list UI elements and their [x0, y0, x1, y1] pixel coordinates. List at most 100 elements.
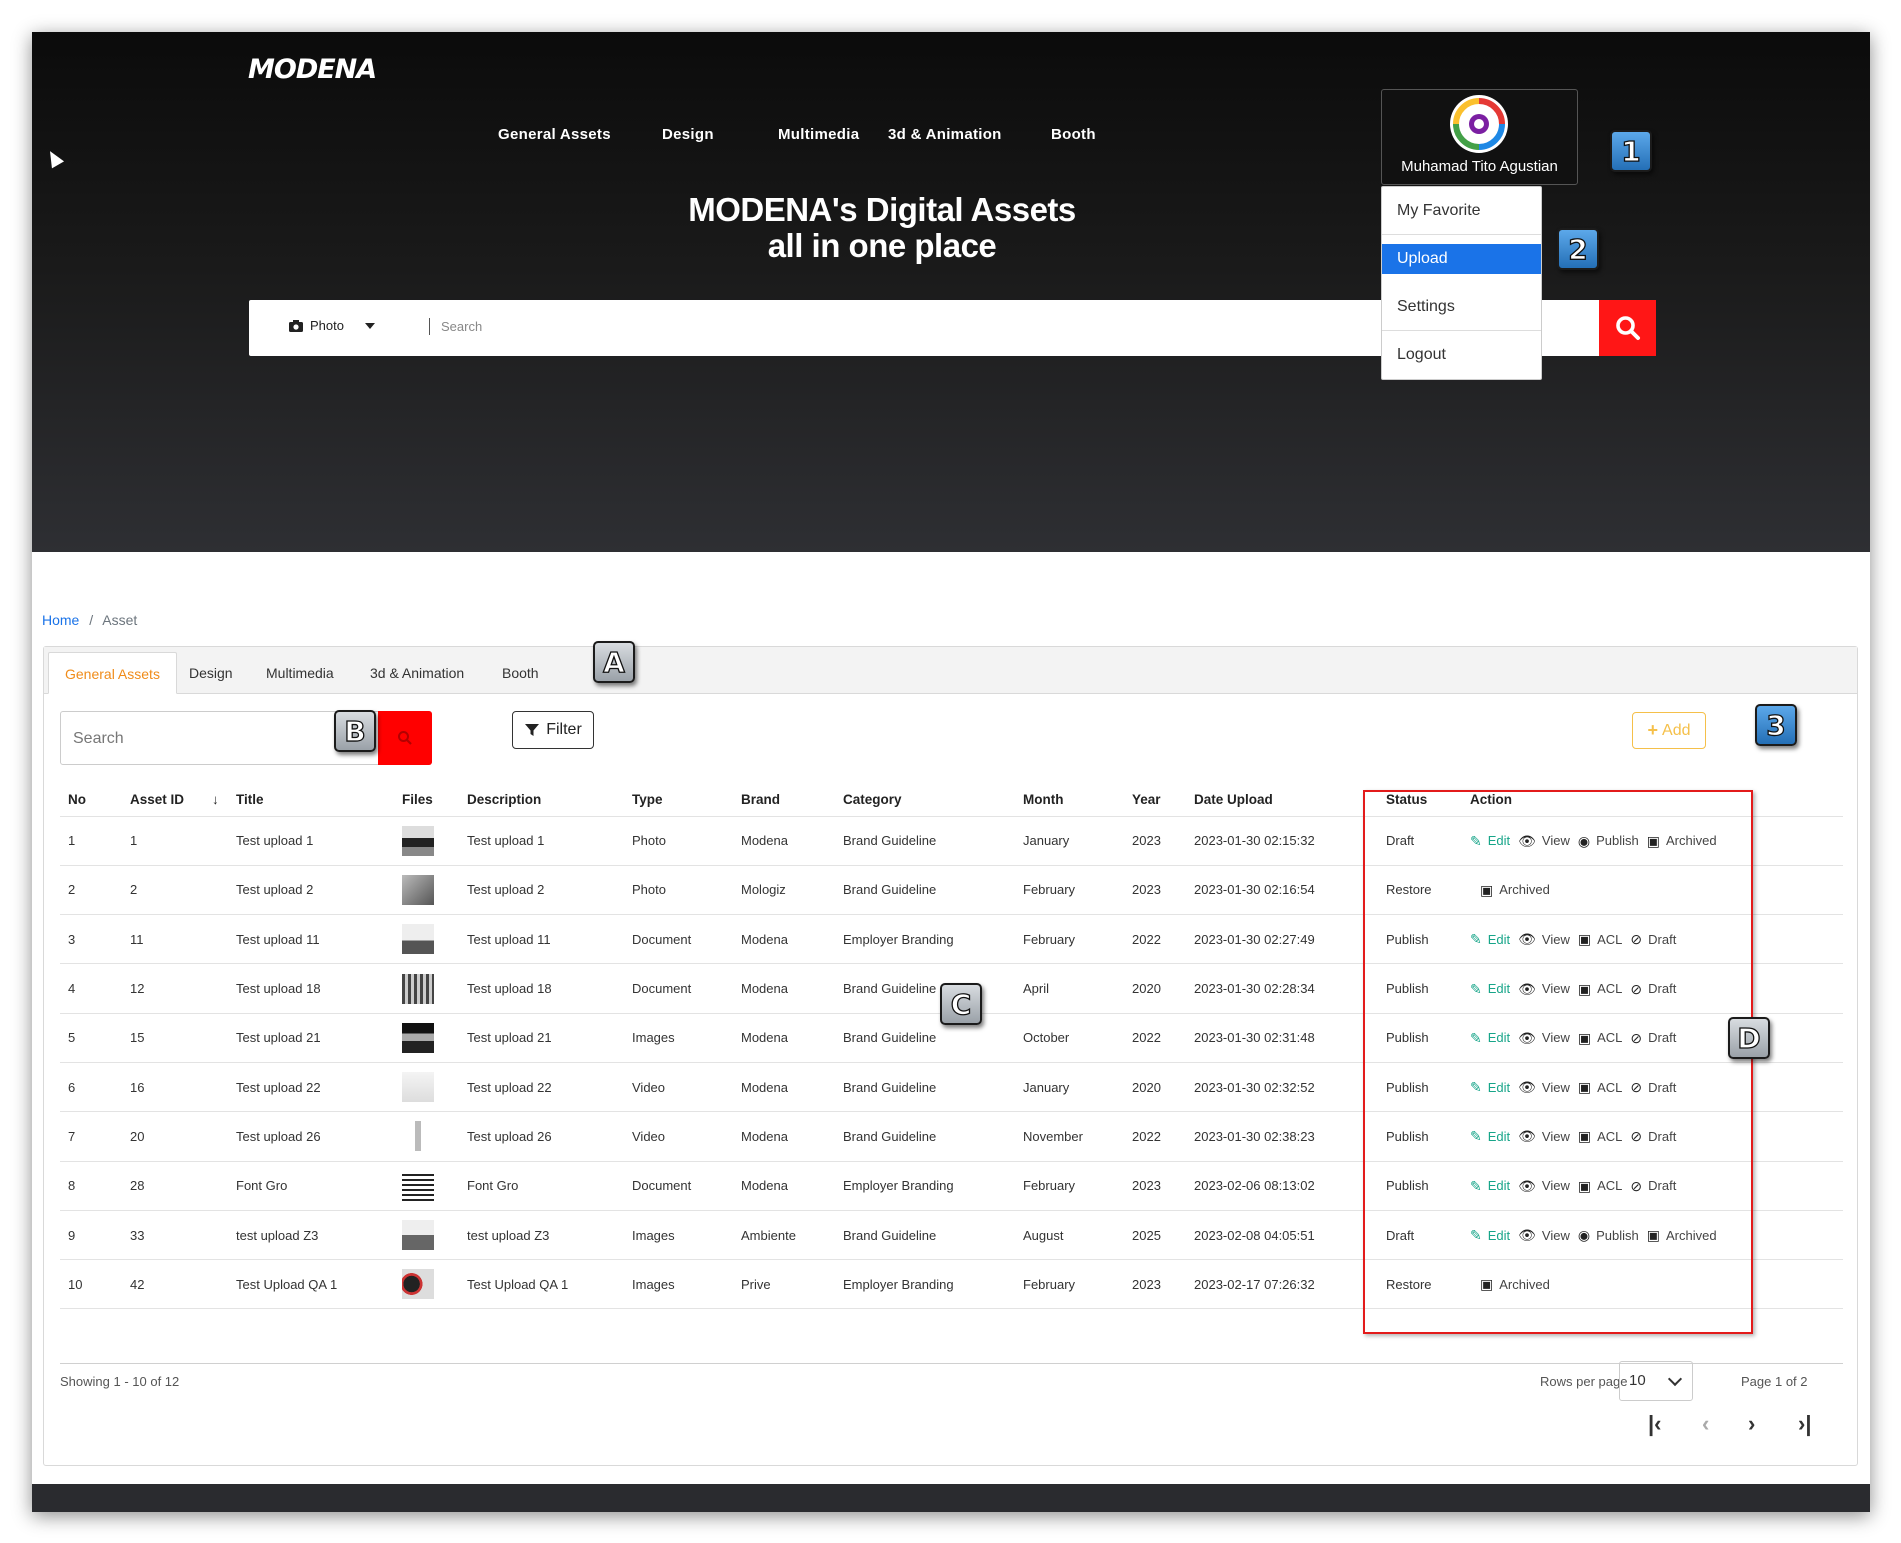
tab-booth[interactable]: Booth	[502, 652, 539, 694]
col-month[interactable]: Month	[1015, 784, 1124, 817]
file-thumbnail[interactable]	[402, 825, 434, 856]
action-view-button[interactable]: 👁 View	[1518, 1030, 1570, 1045]
action-acl-button[interactable]: ▣ ACL	[1578, 932, 1623, 947]
filter-button[interactable]: Filter	[512, 711, 594, 749]
file-thumbnail[interactable]	[402, 1121, 434, 1152]
action-edit-button[interactable]: ✎ Edit	[1470, 1178, 1510, 1193]
table-row[interactable]: 2 2 Test upload 2 Test upload 2 Photo Mologiz…	[60, 865, 1843, 916]
action-draft-button[interactable]: ⊘ Draft	[1630, 981, 1676, 996]
col-asset-id[interactable]: Asset ID ↓	[122, 784, 228, 817]
file-thumbnail[interactable]	[402, 1072, 434, 1103]
col-description[interactable]: Description	[459, 784, 624, 817]
cell-title: Test upload 18	[228, 963, 394, 1014]
col-category[interactable]: Category	[835, 784, 1015, 817]
col-title[interactable]: Title	[228, 784, 394, 817]
col-date-upload[interactable]: Date Upload	[1186, 784, 1378, 817]
topnav-general-assets[interactable]: General Assets	[498, 126, 611, 143]
action-archived-button[interactable]: ▣ Archived	[1647, 833, 1717, 848]
menu-item-my-favorite[interactable]: My Favorite	[1382, 187, 1541, 235]
action-edit-button[interactable]: ✎ Edit	[1470, 1129, 1510, 1144]
table-search-input[interactable]: Search	[73, 730, 124, 748]
action-view-button[interactable]: 👁 View	[1518, 1178, 1570, 1193]
action-view-button[interactable]: 👁 View	[1518, 1080, 1570, 1095]
hero-search-button[interactable]	[1599, 300, 1656, 356]
user-profile-button[interactable]: Muhamad Tito Agustian	[1381, 89, 1578, 185]
table-search-field: Search	[60, 711, 432, 765]
file-thumbnail[interactable]	[402, 1220, 434, 1251]
action-edit-button[interactable]: ✎ Edit	[1470, 833, 1510, 848]
breadcrumb-home[interactable]: Home	[42, 612, 79, 628]
table-row[interactable]: 10 42 Test Upload QA 1 Test Upload QA 1 Imag…	[60, 1259, 1843, 1310]
tab-general-assets[interactable]: General Assets	[48, 652, 177, 694]
brand-logo[interactable]: MODENA	[248, 54, 377, 85]
col-year[interactable]: Year	[1124, 784, 1186, 817]
col-status[interactable]: Status	[1378, 784, 1462, 817]
action-edit-button[interactable]: ✎ Edit	[1470, 1080, 1510, 1095]
tab-design[interactable]: Design	[189, 652, 233, 694]
edit-icon: ✎	[1470, 1177, 1482, 1194]
action-edit-button[interactable]: ✎ Edit	[1470, 981, 1510, 996]
action-view-button[interactable]: 👁 View	[1518, 1228, 1570, 1243]
action-edit-button[interactable]: ✎ Edit	[1470, 1228, 1510, 1243]
cell-month: January	[1015, 1062, 1124, 1113]
action-draft-button[interactable]: ⊘ Draft	[1630, 932, 1676, 947]
menu-item-logout[interactable]: Logout	[1382, 331, 1541, 379]
table-row[interactable]: 8 28 Font Gro Font Gro Document Modena Employe…	[60, 1161, 1843, 1211]
file-thumbnail[interactable]	[402, 1170, 434, 1201]
file-thumbnail[interactable]	[402, 1269, 434, 1300]
action-view-button[interactable]: 👁 View	[1518, 932, 1570, 947]
file-thumbnail[interactable]	[402, 874, 434, 905]
action-archived-button[interactable]: ▣ Archived	[1480, 882, 1550, 897]
action-view-button[interactable]: 👁 View	[1518, 833, 1570, 848]
topnav-design[interactable]: Design	[662, 126, 714, 143]
action-acl-button[interactable]: ▣ ACL	[1578, 1080, 1623, 1095]
action-draft-button[interactable]: ⊘ Draft	[1630, 1178, 1676, 1193]
topnav-3d-animation[interactable]: 3d & Animation	[888, 126, 1002, 143]
col-files[interactable]: Files	[394, 784, 459, 817]
search-type-dropdown[interactable]: Photo	[289, 318, 375, 333]
file-thumbnail[interactable]	[402, 924, 434, 955]
rows-per-page-select[interactable]: 10	[1619, 1361, 1693, 1401]
tab-multimedia[interactable]: Multimedia	[266, 652, 334, 694]
action-draft-button[interactable]: ⊘ Draft	[1630, 1129, 1676, 1144]
action-view-button[interactable]: 👁 View	[1518, 981, 1570, 996]
action-edit-button[interactable]: ✎ Edit	[1470, 932, 1510, 947]
col-action[interactable]: Action	[1462, 784, 1843, 817]
topnav-booth[interactable]: Booth	[1051, 126, 1096, 143]
action-acl-button[interactable]: ▣ ACL	[1578, 1178, 1623, 1193]
action-draft-button[interactable]: ⊘ Draft	[1630, 1080, 1676, 1095]
table-row[interactable]: 3 11 Test upload 11 Test upload 11 Document M…	[60, 914, 1843, 965]
last-page-icon[interactable]: ›|	[1798, 1411, 1811, 1437]
hero-search-input[interactable]: Search	[441, 319, 482, 334]
col-type[interactable]: Type	[624, 784, 733, 817]
sort-down-icon[interactable]: ↓	[212, 792, 219, 807]
action-edit-button[interactable]: ✎ Edit	[1470, 1030, 1510, 1045]
next-page-icon[interactable]: ›	[1748, 1411, 1755, 1437]
publish-icon: ◉	[1577, 832, 1591, 849]
action-publish-button[interactable]: ◉ Publish	[1578, 1228, 1639, 1243]
tab-3d-animation[interactable]: 3d & Animation	[370, 652, 464, 694]
menu-item-upload[interactable]: Upload	[1382, 244, 1541, 274]
table-row[interactable]: 1 1 Test upload 1 Test upload 1 Photo Modena B…	[60, 816, 1843, 866]
action-draft-button[interactable]: ⊘ Draft	[1630, 1030, 1676, 1045]
prev-page-icon[interactable]: ‹	[1702, 1411, 1709, 1437]
file-thumbnail[interactable]	[402, 973, 434, 1004]
first-page-icon[interactable]: |‹	[1648, 1411, 1661, 1437]
action-archived-button[interactable]: ▣ Archived	[1647, 1228, 1717, 1243]
action-acl-button[interactable]: ▣ ACL	[1578, 1030, 1623, 1045]
action-publish-button[interactable]: ◉ Publish	[1578, 833, 1639, 848]
topnav-multimedia[interactable]: Multimedia	[778, 126, 859, 143]
menu-item-settings[interactable]: Settings	[1382, 283, 1541, 331]
action-view-button[interactable]: 👁 View	[1518, 1129, 1570, 1144]
table-row[interactable]: 9 33 test upload Z3 test upload Z3 Images Amb…	[60, 1210, 1843, 1261]
file-thumbnail[interactable]	[402, 1022, 434, 1053]
table-row[interactable]: 7 20 Test upload 26 Test upload 26 Video Mode…	[60, 1111, 1843, 1162]
col-brand[interactable]: Brand	[733, 784, 835, 817]
action-archived-button[interactable]: ▣ Archived	[1480, 1277, 1550, 1292]
col-no[interactable]: No	[60, 784, 122, 817]
action-acl-button[interactable]: ▣ ACL	[1578, 1129, 1623, 1144]
table-search-button[interactable]	[378, 711, 432, 765]
table-row[interactable]: 6 16 Test upload 22 Test upload 22 Video Mode…	[60, 1062, 1843, 1113]
action-acl-button[interactable]: ▣ ACL	[1578, 981, 1623, 996]
add-asset-button[interactable]: + Add	[1632, 712, 1706, 749]
